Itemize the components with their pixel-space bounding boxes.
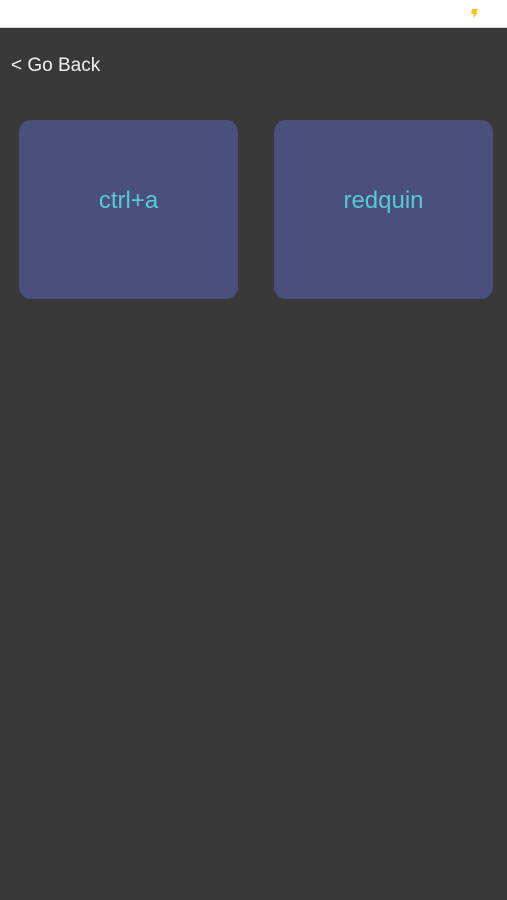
battery-icon [469, 8, 479, 19]
tile-label: redquin [343, 186, 424, 214]
tile-ctrl-a[interactable]: ctrl+a [19, 120, 238, 299]
tile-redquin[interactable]: redquin [274, 120, 493, 299]
tile-grid: ctrl+a redquin [19, 120, 493, 299]
go-back-button[interactable]: < Go Back [11, 54, 100, 78]
status-bar [0, 0, 507, 28]
tile-label: ctrl+a [98, 186, 159, 214]
